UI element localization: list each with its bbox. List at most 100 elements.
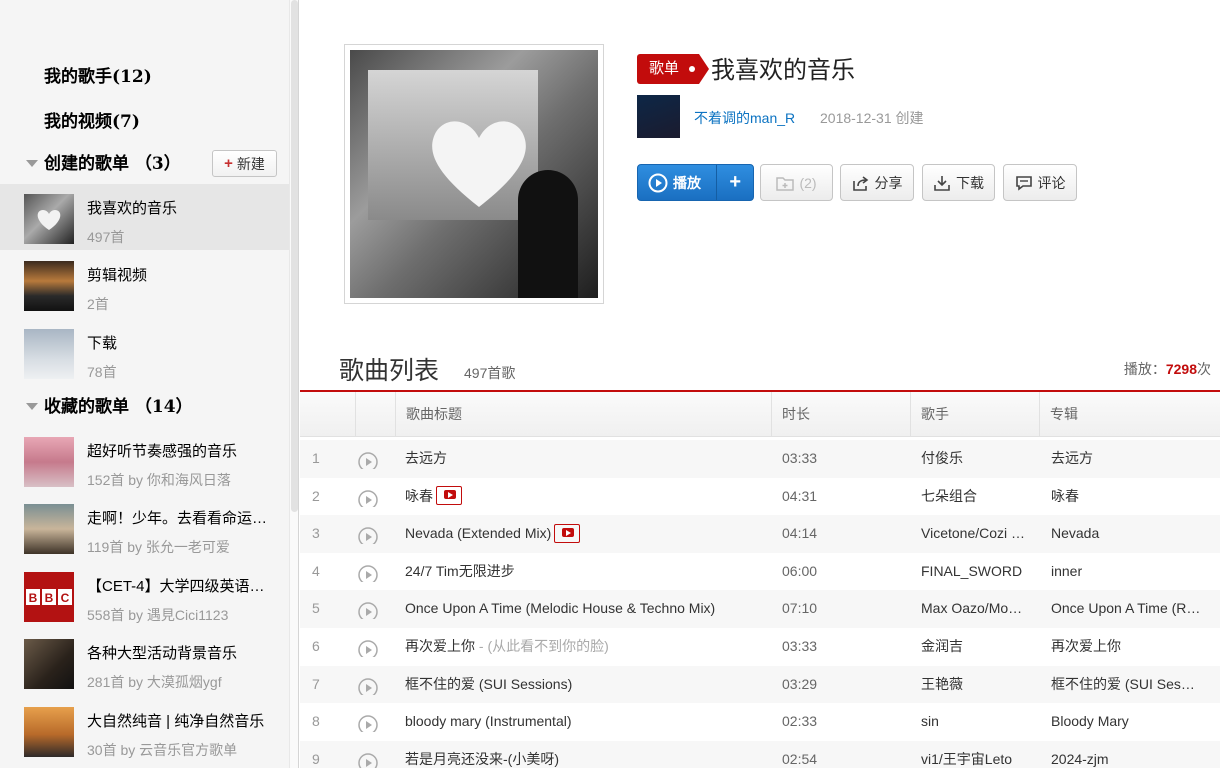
play-track-icon[interactable] — [358, 524, 378, 545]
track-title-text[interactable]: 框不住的爱 (SUI Sessions) — [405, 676, 572, 692]
track-artist[interactable]: sin — [921, 703, 1029, 741]
table-row[interactable]: 6 再次爱上你 - (从此看不到你的脸) 03:33 金润吉 再次爱上你 — [300, 628, 1220, 666]
track-index: 7 — [312, 675, 320, 692]
play-track-icon[interactable] — [358, 712, 378, 733]
track-title[interactable]: 框不住的爱 (SUI Sessions) — [405, 666, 735, 704]
track-title[interactable]: Once Upon A Time (Melodic House & Techno… — [405, 590, 735, 628]
track-artist[interactable]: vi1/王宇宙Leto — [921, 741, 1029, 768]
track-album[interactable]: 再次爱上你 — [1051, 628, 1201, 666]
track-album[interactable]: Once Upon A Time (Remixes) — [1051, 590, 1201, 628]
sidebar-playlist-liked[interactable]: 我喜欢的音乐 497首 — [0, 184, 290, 250]
new-playlist-button[interactable]: + 新建 — [212, 150, 277, 177]
th-duration[interactable]: 时长 — [771, 392, 910, 437]
play-track-icon[interactable] — [358, 750, 378, 768]
sidebar-collected-item[interactable]: 各种大型活动背景音乐 281首 by 大漠孤烟ygf — [0, 629, 290, 695]
sidebar-collected-item[interactable]: 走啊！少年。去看看命运的安排 119首 by 张允一老可爱 — [0, 494, 290, 560]
collapse-triangle-icon[interactable] — [26, 159, 38, 167]
track-artist[interactable]: Max Oazo/Moonessa — [921, 590, 1029, 628]
collected-playlists-header[interactable]: 收藏的歌单 （14） — [26, 392, 193, 417]
add-to-queue-button[interactable]: + — [717, 171, 753, 194]
mv-icon[interactable] — [554, 523, 581, 543]
sidebar: 我的歌手(12) 我的视频(7) 创建的歌单 （3） + 新建 我喜欢的音乐 4… — [0, 0, 290, 768]
track-title[interactable]: 24/7 Tim无限进步 — [405, 553, 735, 591]
scrollbar-thumb[interactable] — [291, 0, 298, 512]
track-artist[interactable]: Vicetone/Cozi Zuehlsdorff — [921, 515, 1029, 553]
play-button-label: 播放 — [673, 174, 701, 191]
playlist-thumbnail — [24, 504, 74, 554]
play-circle-icon — [648, 173, 668, 192]
comment-button[interactable]: 评论 — [1003, 164, 1077, 201]
sidebar-scrollbar[interactable] — [289, 0, 299, 768]
th-album[interactable]: 专辑 — [1039, 392, 1220, 437]
playlist-tag: 歌单 — [637, 54, 710, 84]
sidebar-collected-item[interactable]: B B C 【CET-4】大学四级英语听力 558首 by 遇見Cici1123 — [0, 562, 290, 628]
track-title[interactable]: 若是月亮还没来-(小美呀) — [405, 741, 735, 768]
track-index: 1 — [312, 450, 320, 466]
track-title-text[interactable]: 再次爱上你 — [405, 638, 475, 654]
track-album[interactable]: Bloody Mary — [1051, 703, 1201, 741]
svg-text:B: B — [29, 591, 38, 605]
creator-link[interactable]: 不着调的man_R — [694, 108, 795, 128]
play-track-icon[interactable] — [358, 449, 378, 469]
track-album[interactable]: 框不住的爱 (SUI Sessions) — [1051, 666, 1201, 704]
track-album[interactable]: 咏春 — [1051, 478, 1201, 516]
track-album[interactable]: 2024-zjm — [1051, 741, 1201, 768]
track-album[interactable]: inner — [1051, 553, 1201, 591]
play-all-button[interactable]: 播放 + — [637, 164, 754, 201]
track-title-text[interactable]: 若是月亮还没来-(小美呀) — [405, 751, 559, 767]
track-title[interactable]: Nevada (Extended Mix) — [405, 515, 735, 553]
sidebar-playlist-clips[interactable]: 剪辑视频 2首 — [0, 251, 290, 317]
sidebar-collected-item[interactable]: 大自然纯音 | 纯净自然音乐 30首 by 云音乐官方歌单 — [0, 697, 290, 763]
table-row[interactable]: 1 去远方 03:33 付俊乐 去远方 — [300, 440, 1220, 478]
track-title[interactable]: 去远方 — [405, 440, 735, 478]
track-title-text[interactable]: Nevada (Extended Mix) — [405, 525, 551, 541]
created-playlists-header[interactable]: 创建的歌单 （3） — [26, 149, 181, 174]
download-button[interactable]: 下载 — [922, 164, 995, 201]
track-artist[interactable]: FINAL_SWORD — [921, 553, 1029, 591]
track-title[interactable]: 咏春 — [405, 478, 735, 516]
track-artist[interactable]: 付俊乐 — [921, 440, 1029, 478]
track-title-text[interactable]: bloody mary (Instrumental) — [405, 713, 572, 729]
collapse-triangle-icon[interactable] — [26, 402, 38, 410]
play-track-icon[interactable] — [358, 599, 378, 620]
th-title[interactable]: 歌曲标题 — [395, 392, 771, 437]
track-album[interactable]: 去远方 — [1051, 440, 1201, 478]
track-index: 6 — [312, 638, 320, 654]
table-row[interactable]: 8 bloody mary (Instrumental) 02:33 sin Blood… — [300, 703, 1220, 741]
table-header: 歌曲标题 时长 歌手 专辑 — [300, 392, 1220, 437]
sidebar-collected-item[interactable]: 超好听节奏感强的音乐 152首 by 你和海风日落 — [0, 427, 290, 493]
table-row[interactable]: 9 若是月亮还没来-(小美呀) 02:54 vi1/王宇宙Leto 2024-zjm — [300, 740, 1220, 768]
table-row[interactable]: 4 24/7 Tim无限进步 06:00 FINAL_SWORD inner — [300, 553, 1220, 591]
track-artist[interactable]: 王艳薇 — [921, 666, 1029, 704]
play-button-main[interactable]: 播放 — [638, 165, 718, 200]
track-title-text[interactable]: Once Upon A Time (Melodic House & Techno… — [405, 600, 715, 616]
play-track-icon[interactable] — [358, 562, 378, 582]
play-track-icon[interactable] — [358, 487, 378, 507]
table-row[interactable]: 7 框不住的爱 (SUI Sessions) 03:29 王艳薇 框不住的爱 (SUI … — [300, 665, 1220, 704]
table-row[interactable]: 3 Nevada (Extended Mix) 04:14 Vicetone/Cozi… — [300, 515, 1220, 553]
collect-count: (2) — [799, 174, 817, 191]
track-title[interactable]: 再次爱上你 - (从此看不到你的脸) — [405, 628, 735, 666]
play-track-icon[interactable] — [358, 675, 378, 695]
share-button[interactable]: 分享 — [840, 164, 914, 201]
th-artist[interactable]: 歌手 — [910, 392, 1039, 437]
my-videos-link[interactable]: 我的视频(7) — [44, 107, 140, 132]
track-title-text[interactable]: 咏春 — [405, 488, 433, 504]
table-row[interactable]: 2 咏春 04:31 七朵组合 咏春 — [300, 478, 1220, 516]
track-title[interactable]: bloody mary (Instrumental) — [405, 703, 735, 741]
track-title-text[interactable]: 24/7 Tim无限进步 — [405, 563, 515, 579]
track-duration: 06:00 — [782, 562, 818, 579]
creator-avatar[interactable] — [637, 95, 680, 138]
my-artists-link[interactable]: 我的歌手(12) — [44, 62, 152, 87]
track-artist[interactable]: 金润吉 — [921, 628, 1029, 666]
mv-icon[interactable] — [436, 486, 462, 506]
track-artist[interactable]: 七朵组合 — [921, 478, 1029, 516]
playlist-meta: 558首 by 遇見Cici1123 — [87, 607, 229, 623]
track-title-text[interactable]: 去远方 — [405, 450, 447, 466]
track-index: 5 — [312, 600, 320, 617]
track-album[interactable]: Nevada — [1051, 515, 1201, 553]
collect-button[interactable]: (2) — [760, 164, 833, 201]
sidebar-playlist-downloads[interactable]: 下载 78首 — [0, 319, 290, 385]
table-row[interactable]: 5 Once Upon A Time (Melodic House & Techn… — [300, 590, 1220, 628]
play-track-icon[interactable] — [358, 637, 378, 657]
